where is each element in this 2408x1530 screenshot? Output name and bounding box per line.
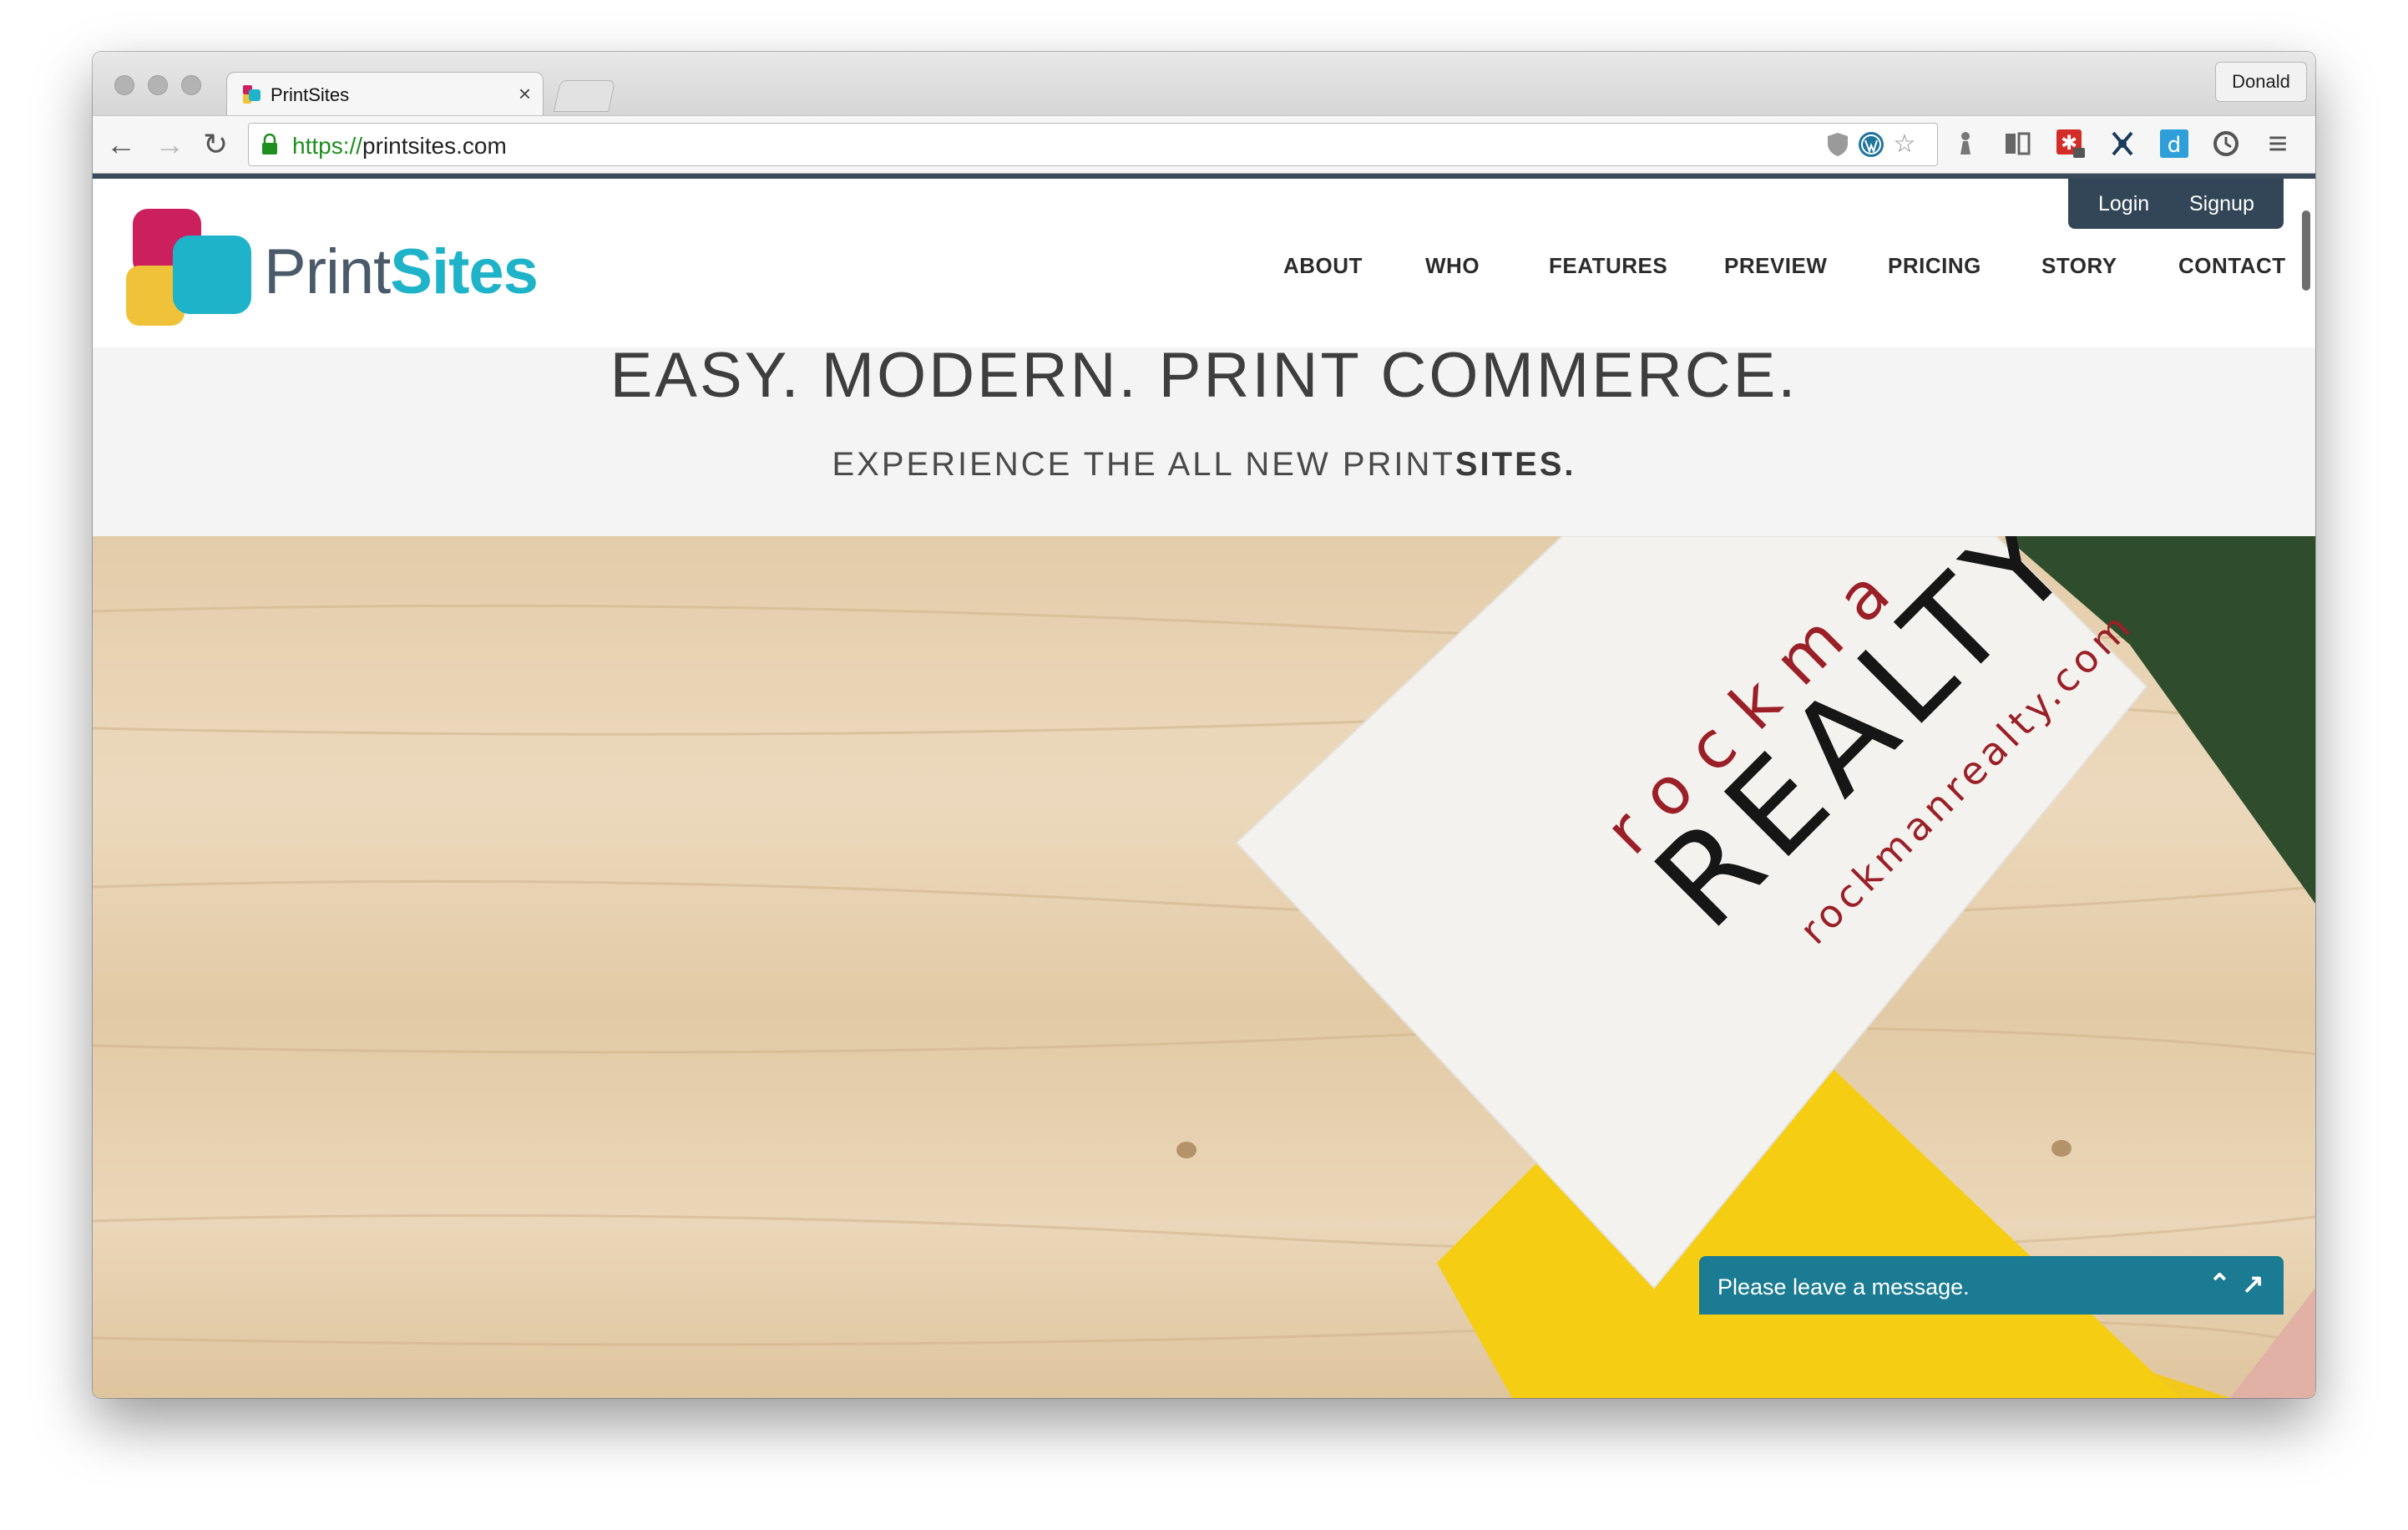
hero-subtitle: EXPERIENCE THE ALL NEW PRINTSITES. [93,446,2315,484]
hero-subtitle-bold: SITES. [1454,446,1576,483]
nav-preview[interactable]: PREVIEW [1724,253,1827,279]
reload-icon[interactable]: ↻ [203,126,228,163]
tab-title: PrintSites [271,84,350,105]
tab-close-icon[interactable]: × [519,81,531,107]
printsites-logo-icon[interactable] [126,209,251,326]
sync-clock-icon[interactable] [2210,128,2242,160]
chat-widget-label: Please leave a message. [1717,1274,1970,1299]
browser-toolbar: ← → ↻ https://printsites.com ☆ ✱ d ≡ [93,115,2315,174]
hero-title: EASY. MODERN. PRINT COMMERCE. [610,340,1798,411]
logo-text-sites: Sites [390,236,539,307]
forward-icon[interactable]: → [154,126,185,163]
d-extension-icon[interactable]: d [2158,128,2190,160]
url-host: printsites.com [362,133,507,159]
lastpass-extension-icon[interactable]: ✱ [2055,128,2087,160]
new-tab-button[interactable] [553,80,616,112]
shield-icon[interactable] [1824,130,1852,159]
buffer-tools-icon[interactable] [2107,128,2138,160]
url-text: https://printsites.com [292,133,507,160]
bookmark-star-icon[interactable]: ☆ [1890,130,1919,159]
browser-tab[interactable]: PrintSites × [226,72,544,115]
nav-features[interactable]: FEATURES [1549,253,1667,279]
site-logo-text[interactable]: PrintSites [264,236,539,308]
lock-icon [262,134,277,155]
signup-link[interactable]: Signup [2189,192,2254,216]
tab-strip: PrintSites × Donald [93,52,2315,115]
address-bar[interactable]: https://printsites.com ☆ [248,123,1938,166]
nav-who[interactable]: WHO [1425,253,1480,279]
login-link[interactable]: Login [2098,192,2149,216]
hero-subtitle-text: EXPERIENCE THE ALL NEW PRINT [832,446,1455,483]
nav-story[interactable]: STORY [2041,253,2117,279]
page-scrollbar[interactable] [2302,210,2310,291]
nav-about[interactable]: ABOUT [1283,253,1363,279]
split-view-icon[interactable] [2001,128,2033,160]
close-window-button[interactable] [114,75,134,95]
back-icon[interactable]: ← [106,126,136,163]
site-header: PrintSites Login Signup ABOUT WHO FEATUR… [93,179,2315,347]
logo-text-print: Print [264,236,391,307]
browser-menu-icon[interactable]: ≡ [2262,127,2294,160]
svg-text:d: d [2168,133,2182,158]
chat-widget[interactable]: Please leave a message. ⌃ ↗ [1699,1256,2284,1315]
url-scheme: https:// [292,133,363,159]
minimize-window-button[interactable] [148,75,168,95]
wordpress-icon[interactable] [1857,130,1885,159]
profile-button[interactable]: Donald [2215,62,2307,102]
chevron-up-icon[interactable]: ⌃ [2208,1268,2231,1299]
zoom-window-button[interactable] [181,75,201,95]
expand-arrow-icon[interactable]: ↗ [2242,1268,2264,1299]
nav-contact[interactable]: CONTACT [2178,253,2286,279]
nav-pricing[interactable]: PRICING [1888,253,1981,279]
printsites-favicon-icon [243,85,261,104]
chess-pawn-icon[interactable] [1950,128,1981,160]
hero-band: EASY. MODERN. PRINT COMMERCE. EXPERIENCE… [93,340,2315,536]
auth-bar: Login Signup [2068,179,2284,229]
browser-window: PrintSites × Donald ← → ↻ https://prints… [93,52,2315,1398]
web-page: PrintSites Login Signup ABOUT WHO FEATUR… [93,179,2315,1398]
